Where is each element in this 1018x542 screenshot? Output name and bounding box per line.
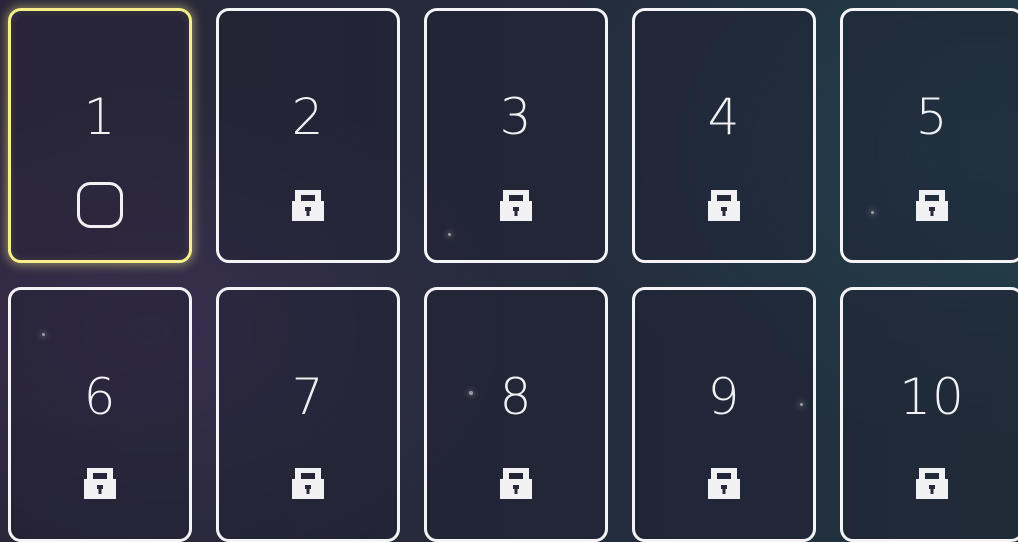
level-card-6[interactable]: 6 [8,287,192,542]
level-card-9[interactable]: 9 [632,287,816,542]
level-number: 4 [707,88,741,146]
padlock-icon [492,181,540,229]
level-number: 9 [707,368,741,426]
padlock-icon [284,459,332,507]
padlock-icon [492,459,540,507]
level-card-8[interactable]: 8 [424,287,608,542]
level-card-7[interactable]: 7 [216,287,400,542]
level-number: 8 [499,368,533,426]
level-number: 3 [499,88,533,146]
level-number: 7 [291,368,325,426]
padlock-icon [284,181,332,229]
level-card-4[interactable]: 4 [632,8,816,263]
level-card-2[interactable]: 2 [216,8,400,263]
level-card-5[interactable]: 5 [840,8,1018,263]
empty-square-icon [76,181,124,229]
padlock-icon [76,459,124,507]
padlock-icon [700,181,748,229]
level-number: 1 [83,88,117,146]
padlock-icon [908,459,956,507]
level-select-grid: 1 2 3 4 5 6 7 8 9 10 [8,8,1018,542]
level-number: 6 [83,368,117,426]
level-card-1[interactable]: 1 [8,8,192,263]
level-number: 5 [915,88,949,146]
level-card-3[interactable]: 3 [424,8,608,263]
padlock-icon [908,181,956,229]
level-number: 2 [291,88,325,146]
padlock-icon [700,459,748,507]
level-card-10[interactable]: 10 [840,287,1018,542]
level-number: 10 [899,368,965,426]
